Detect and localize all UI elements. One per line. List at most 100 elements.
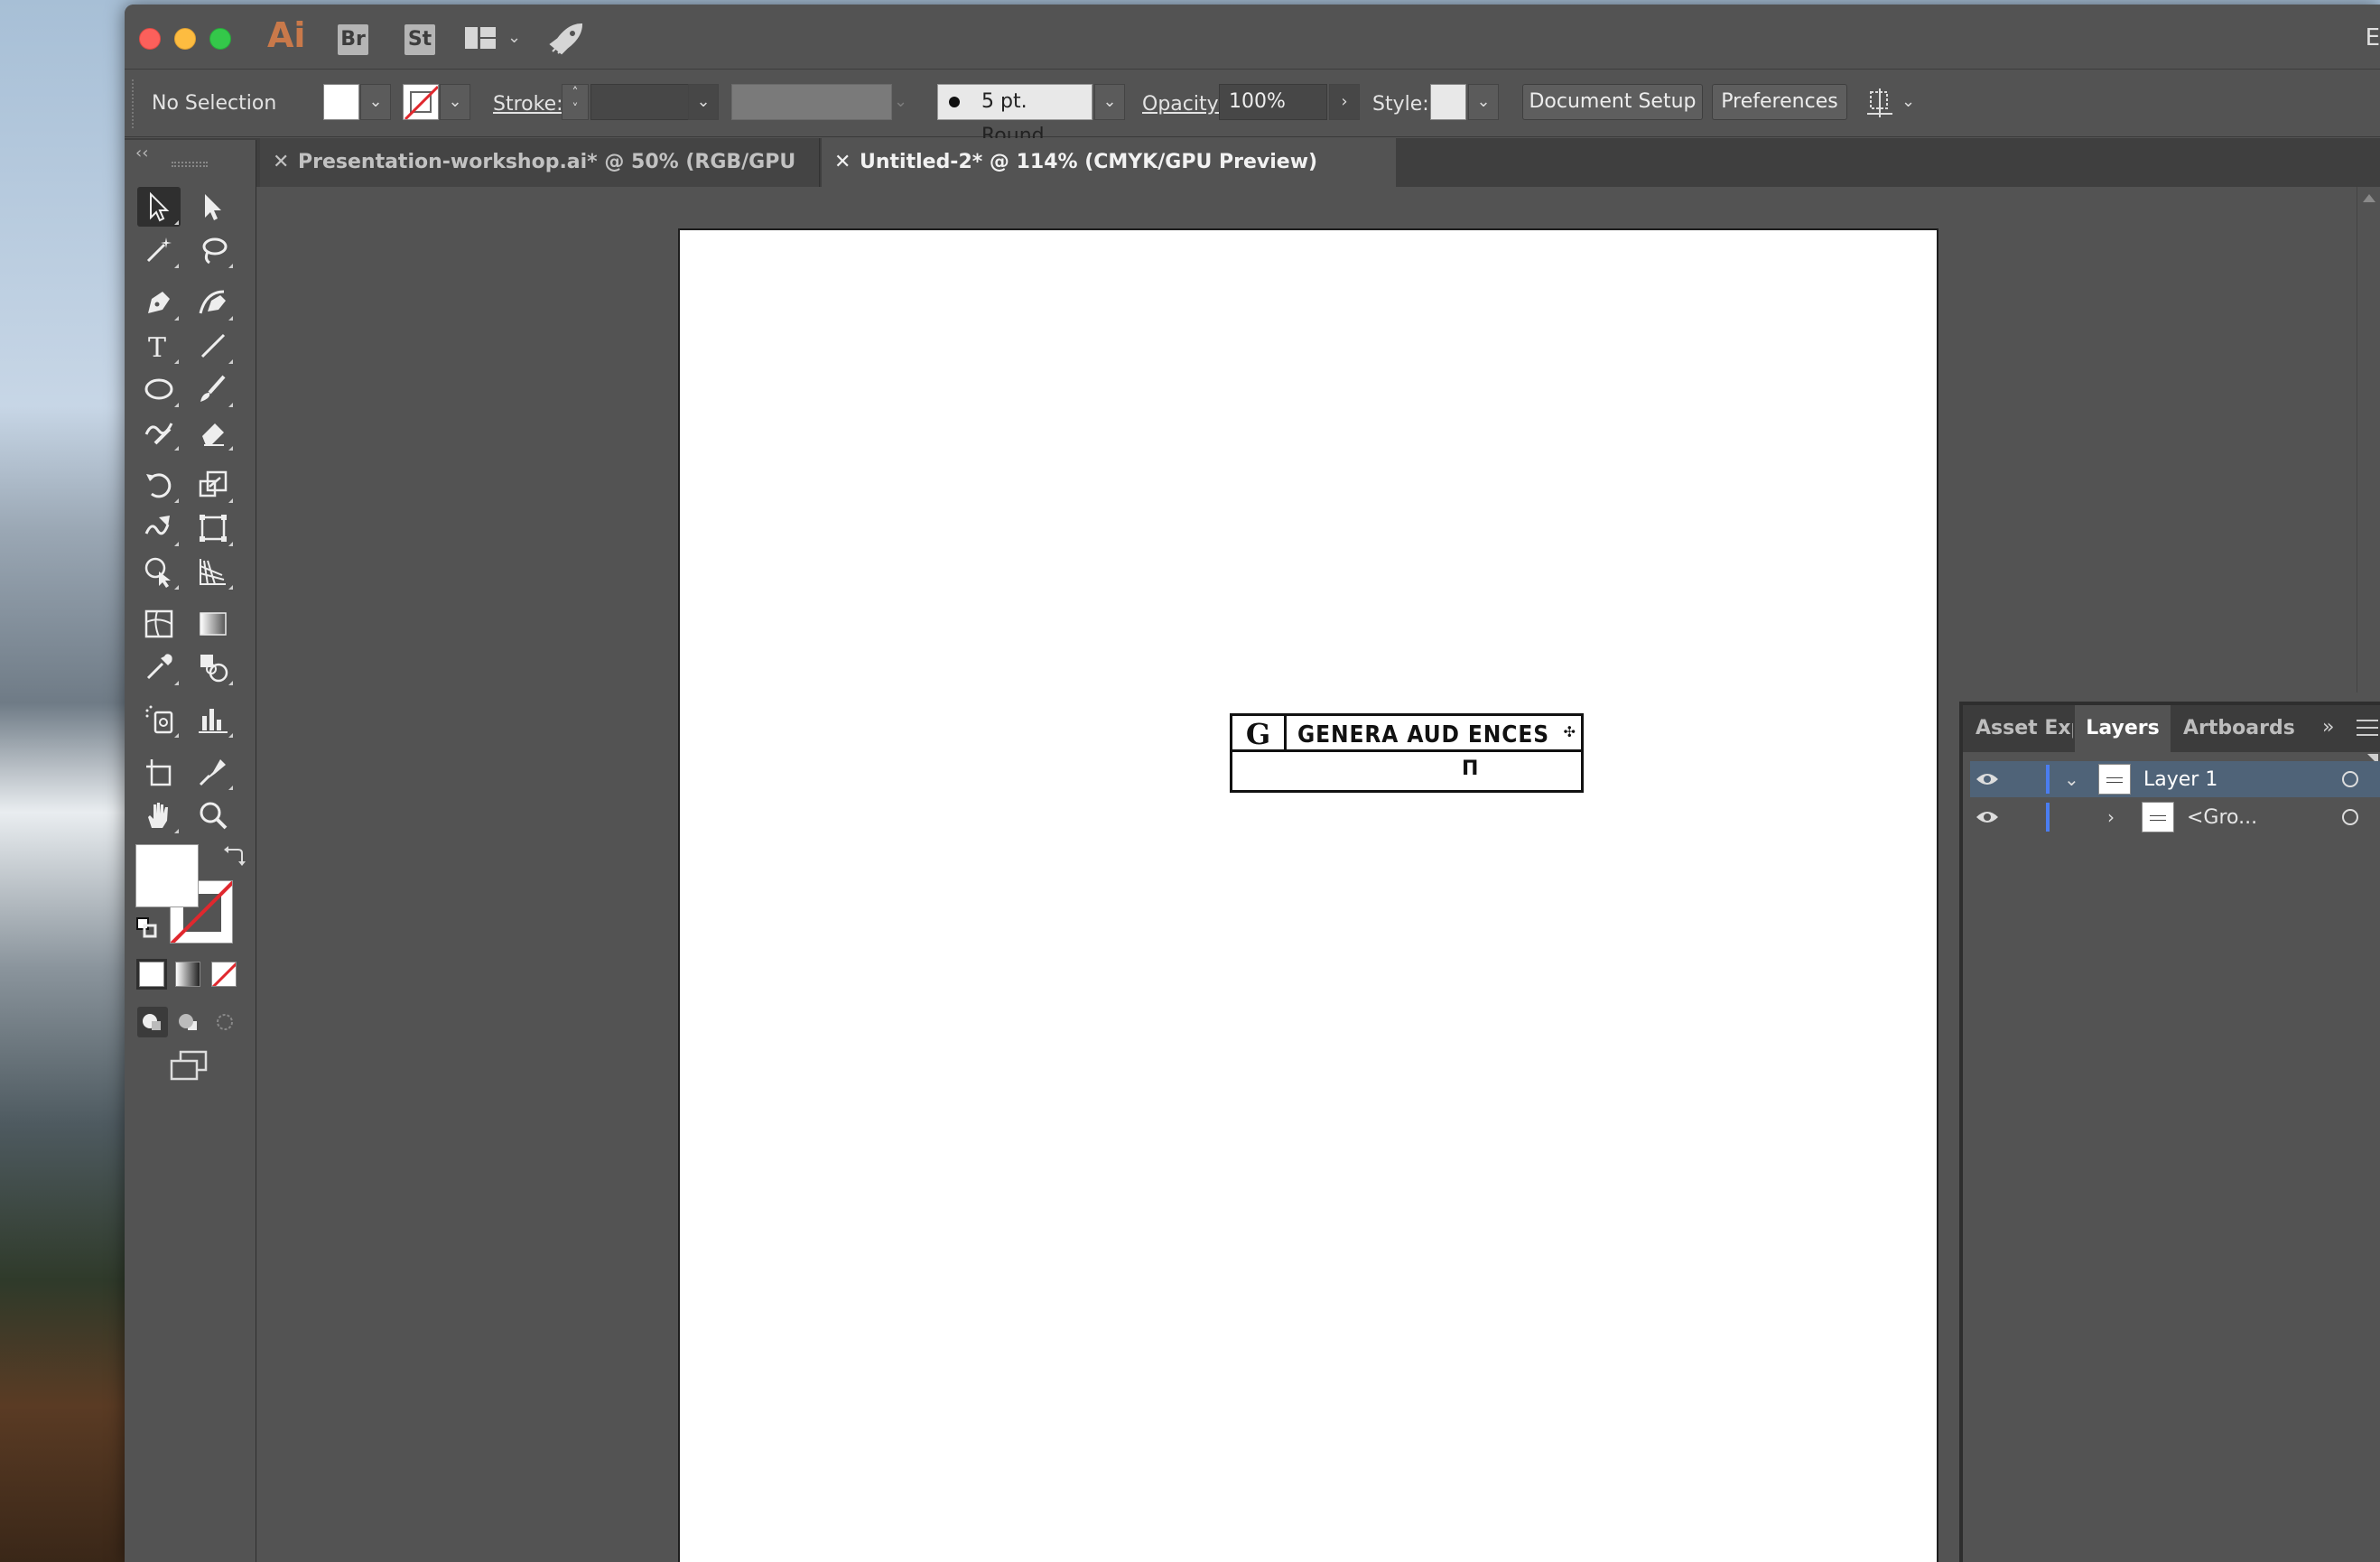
stroke-weight-stepper[interactable]: ˄ ˅ [562, 84, 589, 120]
minimize-window-button[interactable] [174, 28, 196, 50]
search-field-edge[interactable]: E [2366, 24, 2380, 51]
magic-wand-tool-icon[interactable] [137, 230, 181, 270]
zoom-window-button[interactable] [209, 28, 231, 50]
screen-mode-icon[interactable] [168, 1050, 209, 1083]
style-dropdown-chevron-icon[interactable]: ⌄ [1468, 84, 1499, 120]
line-segment-tool-icon[interactable] [191, 326, 235, 366]
visibility-eye-icon[interactable] [1976, 808, 1999, 826]
tab-untitled-2[interactable]: ✕ Untitled-2* @ 114% (CMYK/GPU Preview) [822, 138, 1396, 187]
variable-width-profile[interactable] [731, 84, 892, 120]
free-transform-tool-icon[interactable] [191, 508, 235, 548]
ellipse-tool-icon[interactable] [137, 369, 181, 409]
draw-inside-icon[interactable] [209, 1007, 240, 1037]
align-options-icon[interactable] [1865, 87, 1898, 119]
artboard[interactable] [678, 228, 1938, 1562]
fill-swatch[interactable] [323, 84, 359, 120]
hand-tool-icon[interactable] [137, 795, 181, 835]
layers-list-empty-area[interactable] [1970, 841, 2380, 1562]
color-mode-button[interactable] [136, 959, 167, 990]
opacity-field[interactable]: 100% [1219, 84, 1327, 120]
slice-tool-icon[interactable] [191, 752, 235, 792]
stroke-weight-dropdown-chevron-icon[interactable]: ⌄ [688, 84, 719, 120]
warp-tool-icon[interactable] [137, 508, 181, 548]
brush-dropdown-chevron-icon[interactable]: ⌄ [1094, 84, 1125, 120]
selection-tool-icon[interactable] [137, 187, 181, 227]
swap-fill-stroke-icon[interactable] [222, 844, 246, 868]
layer-row[interactable]: › <Gro... [1970, 799, 2380, 835]
expand-group-chevron-icon[interactable]: › [2107, 806, 2115, 828]
artwork-label-group[interactable]: G GENERA AUD ENCES ✣ П [1230, 713, 1584, 793]
lasso-tool-icon[interactable] [191, 230, 235, 270]
default-fill-stroke-icon[interactable] [135, 916, 157, 938]
none-mode-button[interactable] [211, 962, 237, 987]
close-tab-icon[interactable]: ✕ [273, 138, 289, 187]
tab-presentation-workshop[interactable]: ✕ Presentation-workshop.ai* @ 50% (RGB/G… [260, 138, 820, 222]
group-name[interactable]: <Gro... [2187, 806, 2257, 829]
pen-tool-icon[interactable] [137, 283, 181, 322]
eyedropper-tool-icon[interactable] [137, 647, 181, 687]
blend-tool-icon[interactable] [191, 647, 235, 687]
stroke-label[interactable]: Stroke: [493, 93, 563, 116]
tab-asset-export[interactable]: Asset Expo [1976, 705, 2073, 752]
tools-panel-grip[interactable] [172, 162, 208, 167]
scale-tool-icon[interactable] [191, 465, 235, 505]
group-thumbnail [2142, 802, 2174, 832]
eraser-tool-icon[interactable] [191, 413, 235, 452]
close-window-button[interactable] [139, 28, 161, 50]
layer-thumbnail [2098, 764, 2131, 795]
panel-menu-icon[interactable] [2357, 720, 2378, 736]
expand-panels-icon[interactable]: » [2322, 716, 2334, 739]
tab-artboards[interactable]: Artboards [2183, 705, 2295, 752]
variable-width-chevron-icon[interactable]: ⌄ [894, 92, 907, 111]
collapse-layer-chevron-icon[interactable]: ⌄ [2064, 768, 2079, 790]
stroke-swatch[interactable] [403, 84, 439, 120]
stock-button[interactable]: St [404, 24, 435, 55]
label-letter-box: G [1232, 716, 1287, 752]
brush-definition[interactable]: 5 pt. Round [937, 84, 1092, 147]
graphic-style-swatch[interactable] [1430, 84, 1466, 120]
document-setup-button[interactable]: Document Setup [1522, 84, 1703, 120]
scroll-up-icon[interactable] [2363, 194, 2375, 202]
bridge-button[interactable]: Br [338, 24, 368, 55]
visibility-eye-icon[interactable] [1976, 770, 1999, 788]
rotate-tool-icon[interactable] [137, 465, 181, 505]
direct-selection-tool-icon[interactable] [191, 187, 235, 227]
stroke-dropdown-chevron-icon[interactable]: ⌄ [440, 84, 470, 120]
align-options-chevron-icon[interactable]: ⌄ [1901, 92, 1915, 111]
column-graph-tool-icon[interactable] [191, 700, 235, 739]
opacity-label[interactable]: Opacity: [1142, 93, 1223, 116]
artboard-tool-icon[interactable] [137, 752, 181, 792]
close-tab-icon[interactable]: ✕ [834, 138, 851, 187]
shaper-tool-icon[interactable] [137, 413, 181, 452]
shape-builder-tool-icon[interactable] [137, 552, 181, 591]
opacity-chevron-right-icon[interactable]: › [1329, 84, 1360, 120]
fill-color-box[interactable] [135, 844, 199, 907]
control-bar-grip[interactable] [132, 79, 137, 128]
curvature-tool-icon[interactable] [191, 283, 235, 322]
chevron-down-icon[interactable]: ⌄ [507, 28, 521, 47]
zoom-tool-icon[interactable] [191, 795, 235, 835]
gpu-performance-icon[interactable] [549, 23, 583, 55]
perspective-grid-tool-icon[interactable] [191, 552, 235, 591]
collapse-panel-icon[interactable]: ‹‹ [135, 144, 148, 163]
fill-dropdown-chevron-icon[interactable]: ⌄ [360, 84, 391, 120]
gradient-mode-button[interactable] [175, 962, 200, 987]
group-target-icon[interactable] [2342, 809, 2358, 825]
vertical-scrollbar[interactable] [2357, 187, 2380, 693]
tab-layers[interactable]: Layers [2075, 705, 2171, 752]
label-title: GENERA AUD ENCES [1297, 721, 1549, 748]
type-tool-icon[interactable]: T [137, 326, 181, 366]
layer-row[interactable]: ⌄ Layer 1 [1970, 761, 2380, 797]
preferences-button[interactable]: Preferences [1712, 84, 1847, 120]
stroke-weight-field[interactable] [590, 84, 695, 120]
gradient-tool-icon[interactable] [191, 604, 235, 644]
layer-name[interactable]: Layer 1 [2143, 768, 2217, 791]
arrange-documents-icon[interactable] [464, 26, 497, 50]
draw-behind-icon[interactable] [173, 1007, 204, 1037]
symbol-sprayer-tool-icon[interactable] [137, 700, 181, 739]
paintbrush-tool-icon[interactable] [191, 369, 235, 409]
layer-target-icon[interactable] [2342, 771, 2358, 787]
fill-stroke-widget [135, 844, 246, 944]
draw-normal-icon[interactable] [137, 1007, 168, 1037]
mesh-tool-icon[interactable] [137, 604, 181, 644]
